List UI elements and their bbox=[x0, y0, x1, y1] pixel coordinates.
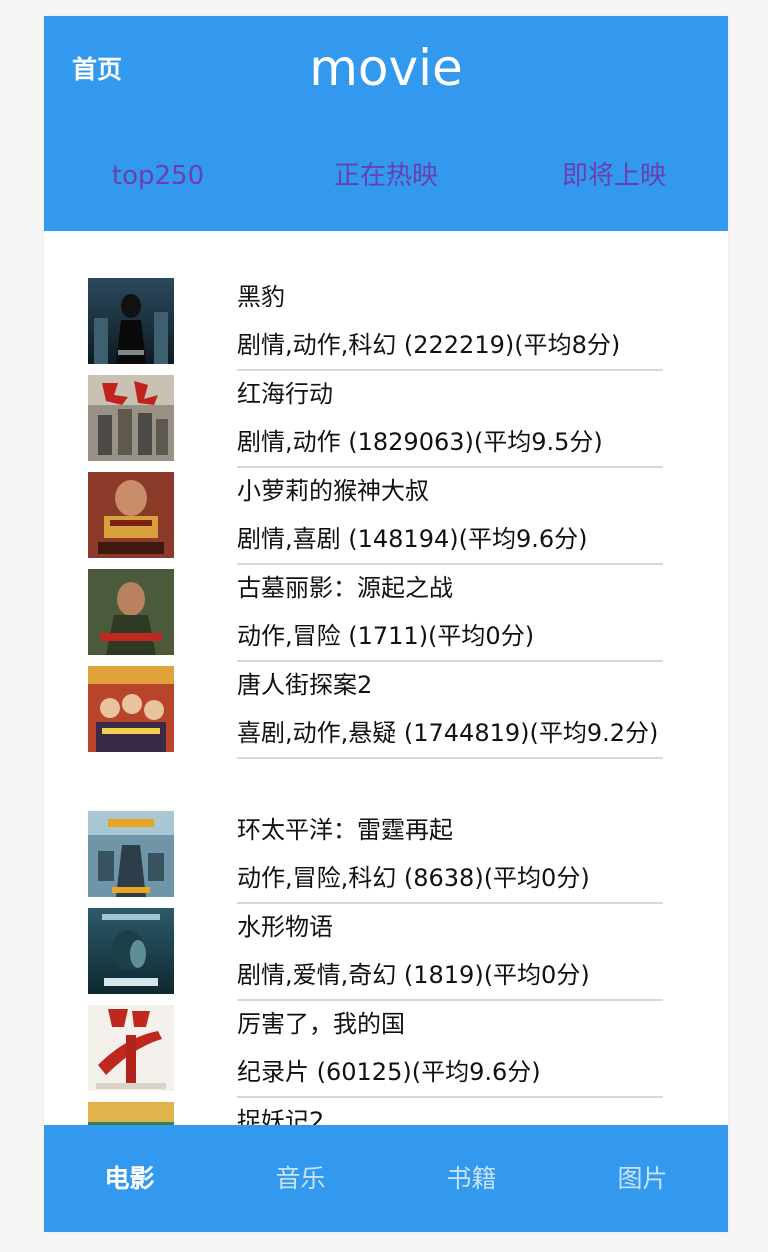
movie-title: 厉害了，我的国 bbox=[237, 1010, 405, 1038]
movie-meta: 动作,冒险 (1711)(平均0分) bbox=[237, 622, 535, 650]
movie-meta: 纪录片 (60125)(平均9.6分) bbox=[237, 1058, 541, 1086]
nav-music[interactable]: 音乐 bbox=[215, 1125, 386, 1232]
movie-poster[interactable] bbox=[88, 1005, 174, 1091]
app-screen: 首页 movie top250 正在热映 即将上映 黑豹 剧情,动作,科幻 (2… bbox=[44, 16, 728, 1232]
movie-title: 唐人街探案2 bbox=[237, 671, 373, 699]
movie-title: 黑豹 bbox=[237, 283, 285, 311]
nav-books[interactable]: 书籍 bbox=[386, 1125, 557, 1232]
header-bar: 首页 movie top250 正在热映 即将上映 bbox=[44, 16, 728, 231]
movie-poster[interactable] bbox=[88, 278, 174, 364]
movie-info: 古墓丽影：源起之战 动作,冒险 (1711)(平均0分) bbox=[237, 564, 663, 662]
movie-poster[interactable] bbox=[88, 569, 174, 655]
movie-title: 古墓丽影：源起之战 bbox=[237, 574, 453, 602]
movie-info: 唐人街探案2 喜剧,动作,悬疑 (1744819)(平均9.2分) bbox=[237, 661, 663, 759]
category-tabs: top250 正在热映 即将上映 bbox=[44, 156, 728, 196]
movie-title: 红海行动 bbox=[237, 380, 333, 408]
movie-list[interactable]: 黑豹 剧情,动作,科幻 (222219)(平均8分) 红海行动 剧情,动作 (1… bbox=[44, 231, 728, 1125]
movie-meta: 剧情,动作,科幻 (222219)(平均8分) bbox=[237, 331, 621, 359]
movie-title: 捉妖记2 bbox=[237, 1107, 325, 1125]
movie-info: 环太平洋：雷霆再起 动作,冒险,科幻 (8638)(平均0分) bbox=[237, 806, 663, 904]
movie-poster[interactable] bbox=[88, 908, 174, 994]
movie-meta: 剧情,动作 (1829063)(平均9.5分) bbox=[237, 428, 603, 456]
nav-movie[interactable]: 电影 bbox=[44, 1125, 215, 1232]
nav-images[interactable]: 图片 bbox=[557, 1125, 728, 1232]
tab-now-playing[interactable]: 正在热映 bbox=[272, 156, 500, 196]
movie-poster[interactable] bbox=[88, 375, 174, 461]
movie-info: 捉妖记2 bbox=[237, 1097, 663, 1125]
movie-poster[interactable] bbox=[88, 1102, 174, 1125]
movie-title: 环太平洋：雷霆再起 bbox=[237, 816, 453, 844]
movie-meta: 喜剧,动作,悬疑 (1744819)(平均9.2分) bbox=[237, 719, 659, 747]
page-title: movie bbox=[309, 39, 463, 97]
movie-poster[interactable] bbox=[88, 811, 174, 897]
bottom-tab-bar: 电影 音乐 书籍 图片 bbox=[44, 1125, 728, 1232]
movie-title: 水形物语 bbox=[237, 913, 333, 941]
tab-top250[interactable]: top250 bbox=[44, 156, 272, 196]
movie-poster[interactable] bbox=[88, 472, 174, 558]
movie-poster[interactable] bbox=[88, 666, 174, 752]
movie-info: 红海行动 剧情,动作 (1829063)(平均9.5分) bbox=[237, 370, 663, 468]
movie-meta: 动作,冒险,科幻 (8638)(平均0分) bbox=[237, 864, 590, 892]
movie-meta: 剧情,喜剧 (148194)(平均9.6分) bbox=[237, 525, 588, 553]
movie-info: 黑豹 剧情,动作,科幻 (222219)(平均8分) bbox=[237, 273, 663, 371]
movie-title: 小萝莉的猴神大叔 bbox=[237, 477, 429, 505]
movie-meta: 剧情,爱情,奇幻 (1819)(平均0分) bbox=[237, 961, 590, 989]
movie-info: 厉害了，我的国 纪录片 (60125)(平均9.6分) bbox=[237, 1000, 663, 1098]
movie-info: 水形物语 剧情,爱情,奇幻 (1819)(平均0分) bbox=[237, 903, 663, 1001]
movie-info: 小萝莉的猴神大叔 剧情,喜剧 (148194)(平均9.6分) bbox=[237, 467, 663, 565]
tab-coming-soon[interactable]: 即将上映 bbox=[500, 156, 728, 196]
